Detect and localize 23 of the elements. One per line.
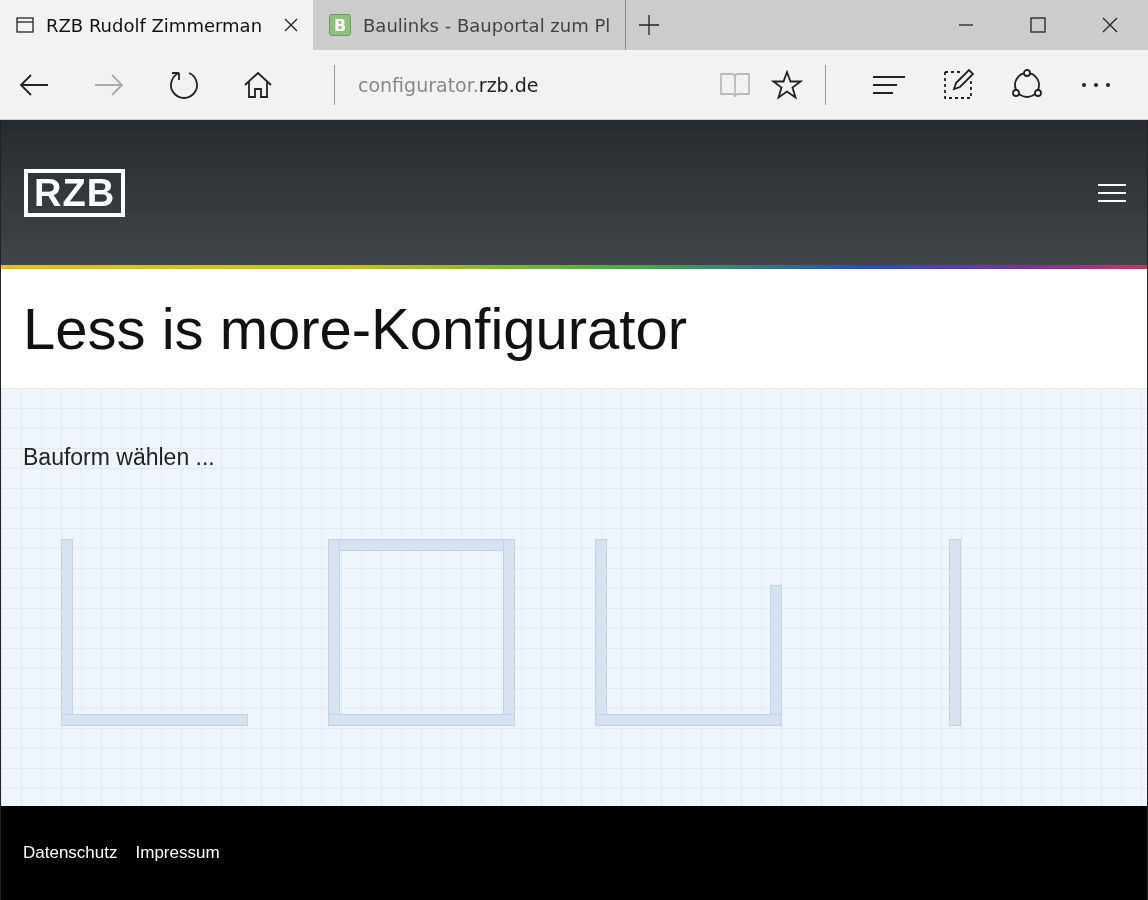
- prompt-text: Bauform wählen ...: [23, 444, 216, 471]
- back-icon[interactable]: [18, 72, 50, 97]
- footer-link[interactable]: Datenschutz: [23, 843, 118, 863]
- address-field[interactable]: configurator.rzb.de: [358, 73, 699, 96]
- menu-icon[interactable]: [1097, 182, 1127, 203]
- note-icon[interactable]: [942, 68, 974, 101]
- maximize-icon[interactable]: [1030, 17, 1046, 33]
- home-icon[interactable]: [243, 70, 273, 99]
- share-icon[interactable]: [1010, 68, 1044, 101]
- more-icon[interactable]: [1080, 80, 1112, 89]
- logo[interactable]: RZB: [24, 168, 126, 217]
- tab-title: Baulinks - Bauportal zum Pl: [363, 14, 611, 36]
- hub-icon[interactable]: [872, 73, 906, 96]
- page-title: Less is more-Konfigurator: [23, 295, 688, 362]
- close-icon[interactable]: [1102, 17, 1118, 33]
- browser-tab[interactable]: RZB Rudolf Zimmerman: [0, 0, 313, 50]
- favicon-icon: B: [329, 14, 351, 36]
- star-icon[interactable]: [771, 69, 803, 100]
- page-icon: [16, 17, 34, 33]
- new-tab-icon[interactable]: [638, 14, 660, 36]
- tab-title: RZB Rudolf Zimmerman: [46, 14, 264, 36]
- footer-link[interactable]: Impressum: [135, 843, 220, 863]
- close-icon[interactable]: [283, 17, 299, 33]
